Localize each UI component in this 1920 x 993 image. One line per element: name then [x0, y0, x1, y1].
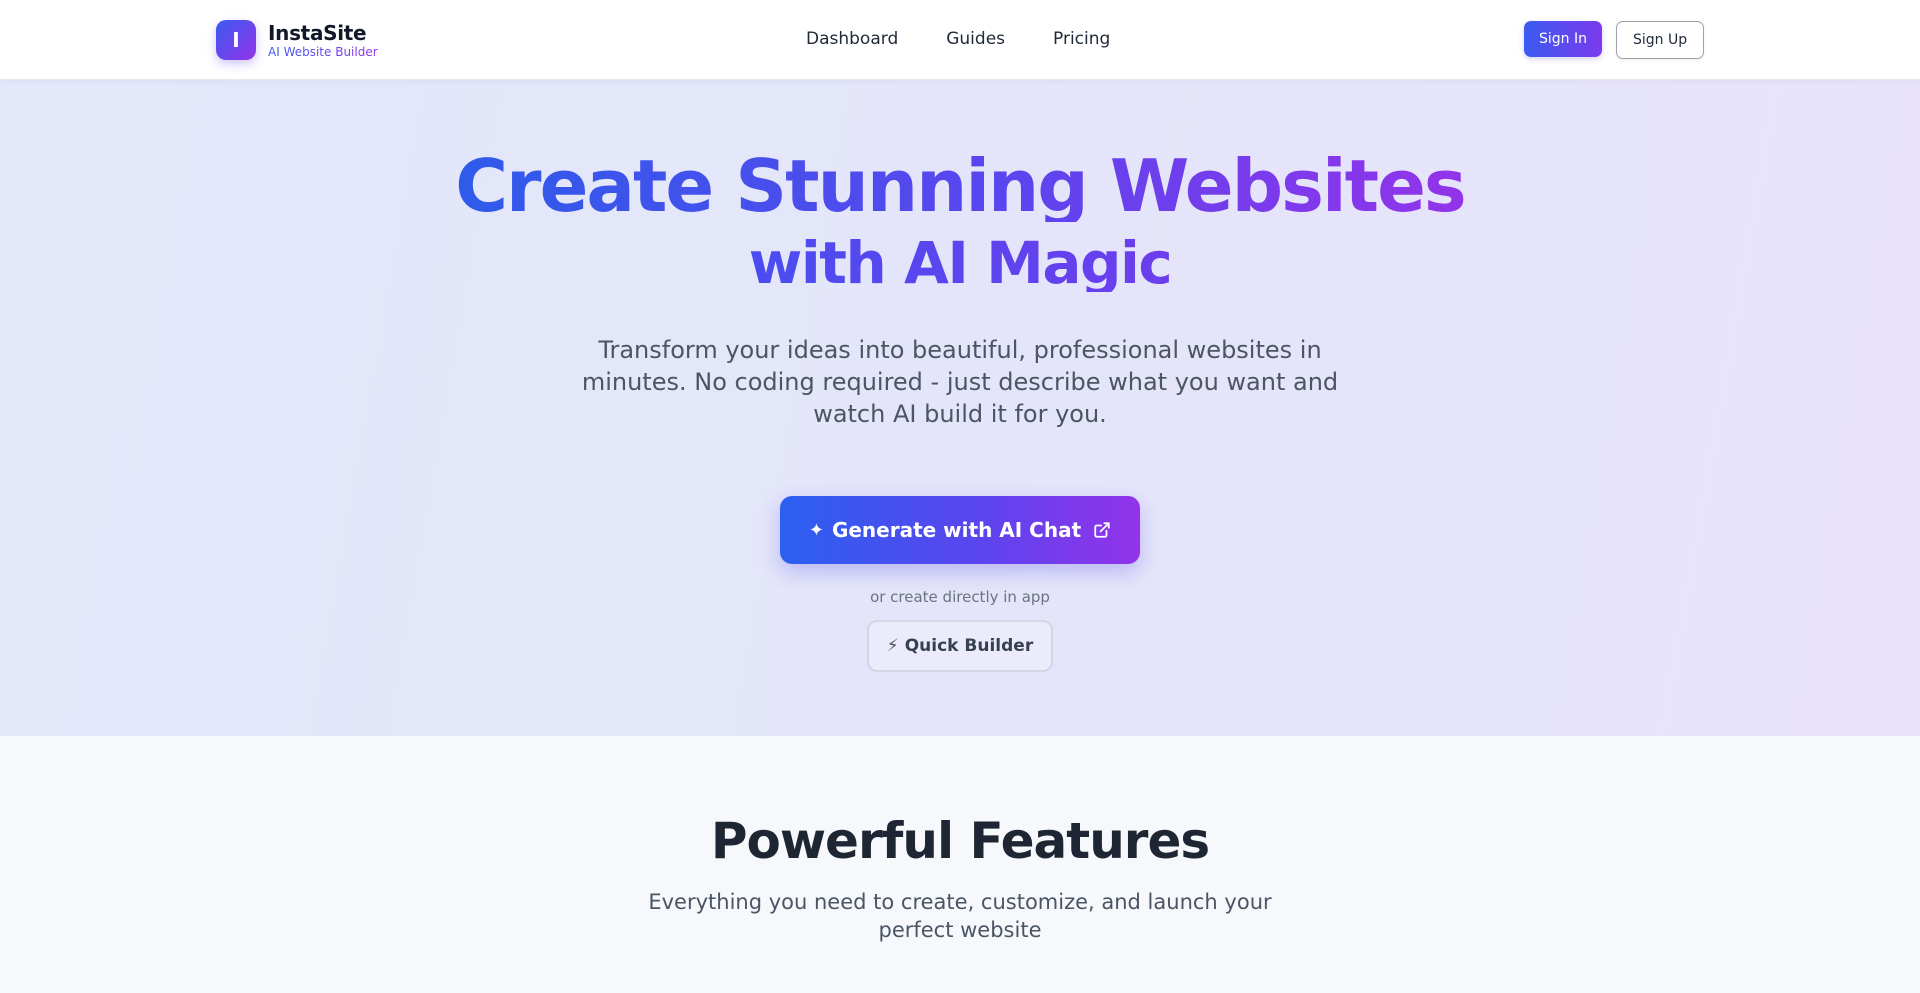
- brand-logo-icon: I: [216, 20, 256, 60]
- sign-in-button[interactable]: Sign In: [1524, 21, 1602, 57]
- hero-title: Create Stunning Websites with AI Magic: [0, 150, 1920, 292]
- auth-buttons: Sign In Sign Up: [1524, 21, 1705, 59]
- page: I InstaSite AI Website Builder Dashboard…: [0, 0, 1920, 993]
- hero-section: Create Stunning Websites with AI Magic T…: [0, 80, 1920, 736]
- features-section: Powerful Features Everything you need to…: [0, 736, 1920, 993]
- quick-builder-button[interactable]: ⚡ Quick Builder: [867, 620, 1053, 672]
- external-link-icon: [1093, 521, 1111, 539]
- or-create-text: or create directly in app: [870, 588, 1050, 606]
- nav-link-guides[interactable]: Guides: [946, 29, 1005, 49]
- generate-button-label: Generate with AI Chat: [831, 518, 1082, 542]
- features-title: Powerful Features: [710, 812, 1210, 870]
- sparkle-icon: ✦: [808, 519, 824, 541]
- hero-title-line1: Create Stunning Websites: [455, 144, 1467, 228]
- main-nav: Dashboard Guides Pricing: [806, 29, 1158, 49]
- brand-name: InstaSite: [268, 20, 367, 45]
- nav-link-pricing[interactable]: Pricing: [1053, 29, 1110, 49]
- brand-text: InstaSite AI Website Builder: [268, 23, 378, 58]
- nav-link-dashboard[interactable]: Dashboard: [806, 29, 898, 49]
- sign-up-button[interactable]: Sign Up: [1616, 21, 1705, 59]
- hero-subtitle: Transform your ideas into beautiful, pro…: [581, 336, 1339, 428]
- generate-with-ai-chat-button[interactable]: ✦ Generate with AI Chat: [780, 496, 1140, 564]
- quick-builder-label: Quick Builder: [904, 636, 1034, 656]
- features-subtitle: Everything you need to create, customize…: [648, 890, 1272, 942]
- bolt-icon: ⚡: [886, 636, 899, 656]
- brand-tagline: AI Website Builder: [268, 44, 378, 59]
- hero-title-line2: with AI Magic: [748, 229, 1173, 297]
- brand[interactable]: I InstaSite AI Website Builder: [216, 20, 378, 60]
- site-header: I InstaSite AI Website Builder Dashboard…: [0, 0, 1920, 80]
